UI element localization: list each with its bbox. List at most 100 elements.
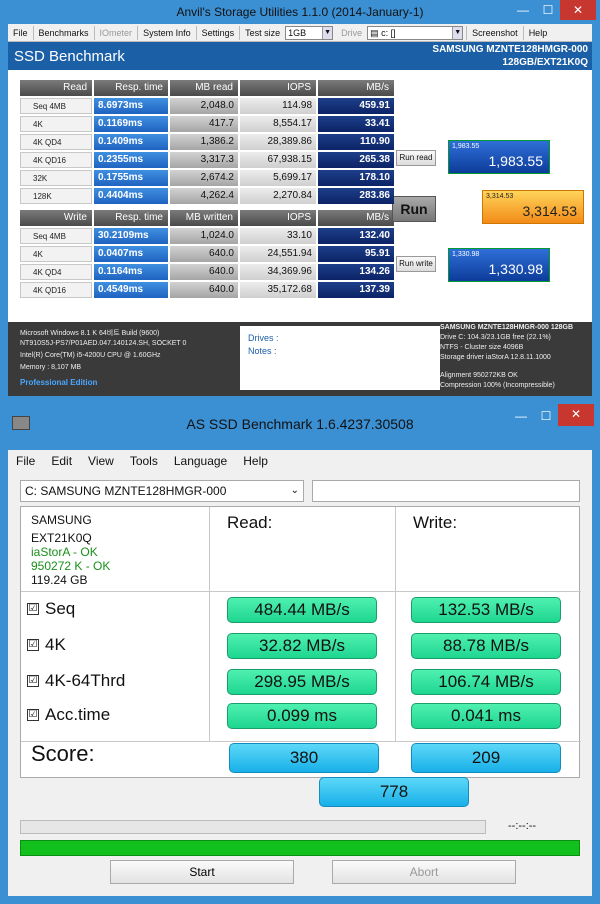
seq-write-value: 132.53 MB/s [411, 597, 561, 623]
mb-cell: 417.7 [170, 116, 238, 132]
minimize-icon[interactable]: — [508, 406, 534, 426]
mbs-cell: 95.91 [318, 246, 394, 262]
write-score: 1,330.98 [488, 261, 544, 277]
write-score-small: 1,330.98 [452, 251, 480, 258]
mbs-cell: 132.40 [318, 228, 394, 244]
row-label: Seq [45, 599, 76, 618]
maximize-icon[interactable]: ☐ [536, 0, 560, 20]
edition-label: Professional Edition [20, 378, 98, 387]
test-label: 4K QD4 [20, 134, 92, 150]
drive-select[interactable]: ▤ c: [] ▼ [367, 25, 464, 40]
checkbox-4k[interactable]: ☑ [27, 639, 39, 651]
start-button[interactable]: Start [110, 860, 294, 884]
mbs-cell: 283.86 [318, 188, 394, 204]
mb-cell: 2,674.2 [170, 170, 238, 186]
row-4k64-label[interactable]: ☑ 4K-64Thrd [27, 671, 125, 691]
alignment-status: 950272 K - OK [31, 559, 111, 573]
mbs-cell: 137.39 [318, 282, 394, 298]
iops-cell: 24,551.94 [240, 246, 316, 262]
minimize-icon[interactable]: — [510, 0, 536, 20]
4k-write-value: 88.78 MB/s [411, 633, 561, 659]
mbs-cell: 134.26 [318, 264, 394, 280]
drive-select[interactable]: C: SAMSUNG MZNTE128HMGR-000 ⌄ [20, 480, 304, 502]
test-label: 4K [20, 246, 92, 262]
run-read-button[interactable]: Run read [396, 150, 436, 166]
4k-read-value: 32.82 MB/s [227, 633, 377, 659]
device-firmware: 128GB/EXT21K0Q [502, 57, 588, 68]
mb-cell: 2,048.0 [170, 98, 238, 114]
test-label: Seq 4MB [20, 98, 92, 114]
menu-file[interactable]: File [8, 454, 43, 468]
chevron-down-icon: ⌄ [290, 485, 299, 496]
menu-tools[interactable]: Tools [122, 454, 166, 468]
testsize-select[interactable]: 1GB ▼ [285, 25, 334, 40]
read-score-small: 1,983.55 [452, 143, 480, 150]
drive-info-alignment: Alignment 950272KB OK [440, 372, 518, 379]
drive-select-value: C: SAMSUNG MZNTE128HMGR-000 [25, 484, 227, 498]
write-score-box: 1,330.98 1,330.98 [448, 248, 550, 282]
testsize-value: 1GB [288, 27, 307, 38]
menu-view[interactable]: View [80, 454, 122, 468]
mbwritten-header: MB written [170, 210, 238, 226]
run-write-button[interactable]: Run write [396, 256, 436, 272]
checkbox-acctime[interactable]: ☑ [27, 709, 39, 721]
row-label: 4K-64Thrd [45, 671, 126, 690]
menu-settings[interactable]: Settings [197, 25, 241, 40]
abort-button[interactable]: Abort [332, 860, 516, 884]
menu-screenshot[interactable]: Screenshot [466, 25, 524, 40]
resp-header: Resp. time [94, 210, 168, 226]
elapsed-time: --:--:-- [508, 820, 537, 832]
results-grid: SAMSUNG EXT21K0Q iaStorA - OK 950272 K -… [20, 506, 581, 807]
mbs-cell: 265.38 [318, 152, 394, 168]
resp-time-cell: 0.4549ms [94, 282, 168, 298]
menu-file[interactable]: File [8, 25, 34, 40]
resp-time-cell: 0.1164ms [94, 264, 168, 280]
iops-cell: 34,369.96 [240, 264, 316, 280]
test-label: 128K [20, 188, 92, 204]
iops-cell: 2,270.84 [240, 188, 316, 204]
row-seq-label[interactable]: ☑ Seq [27, 599, 75, 619]
resp-time-cell: 0.4404ms [94, 188, 168, 204]
mb-cell: 4,262.4 [170, 188, 238, 204]
mbread-header: MB read [170, 80, 238, 96]
close-icon[interactable]: ✕ [558, 404, 594, 426]
row-acctime-label[interactable]: ☑ Acc.time [27, 705, 110, 725]
row-4k-label[interactable]: ☑ 4K [27, 635, 66, 655]
checkbox-seq[interactable]: ☑ [27, 603, 39, 615]
total-score-small: 3,314.53 [486, 193, 514, 200]
maximize-icon[interactable]: ☐ [534, 406, 558, 426]
menu-iometer[interactable]: IOmeter [95, 25, 139, 40]
divider [395, 507, 396, 741]
resp-header: Resp. time [94, 80, 168, 96]
menu-help[interactable]: Help [235, 454, 276, 468]
drive-size: 119.24 GB [31, 573, 88, 587]
mbs-cell: 459.91 [318, 98, 394, 114]
resp-time-cell: 0.0407ms [94, 246, 168, 262]
path-input[interactable] [312, 480, 580, 502]
test-label: 32K [20, 170, 92, 186]
run-button[interactable]: Run [392, 196, 436, 222]
close-icon[interactable]: ✕ [560, 0, 596, 20]
menu-help[interactable]: Help [524, 26, 553, 40]
test-label: 4K QD4 [20, 264, 92, 280]
sys-board: NT910S5J-PS7/P01AED.047.140124.SH, SOCKE… [20, 340, 187, 347]
read-score: 380 [229, 743, 379, 773]
menu-system-info[interactable]: System Info [138, 25, 197, 40]
drive-label: Drive [341, 27, 363, 38]
iops-cell: 114.98 [240, 98, 316, 114]
driver-status: iaStorA - OK [31, 545, 98, 559]
checkbox-4k64[interactable]: ☑ [27, 675, 39, 687]
notes-box[interactable]: Drives : Notes : [240, 326, 440, 390]
menu-edit[interactable]: Edit [43, 454, 80, 468]
divider [21, 741, 581, 742]
chevron-down-icon: ▼ [452, 26, 463, 39]
iops-cell: 28,389.86 [240, 134, 316, 150]
anvil-header: SSD Benchmark SAMSUNG MZNTE128HMGR-000 1… [8, 42, 592, 70]
mb-cell: 1,386.2 [170, 134, 238, 150]
mbs-cell: 33.41 [318, 116, 394, 132]
device-model: SAMSUNG MZNTE128HMGR-000 [432, 44, 588, 55]
menu-benchmarks[interactable]: Benchmarks [34, 25, 95, 40]
drive-info-model: SAMSUNG MZNTE128HMGR-000 128GB [440, 324, 574, 331]
menu-language[interactable]: Language [166, 454, 235, 468]
4k64-write-value: 106.74 MB/s [411, 669, 561, 695]
